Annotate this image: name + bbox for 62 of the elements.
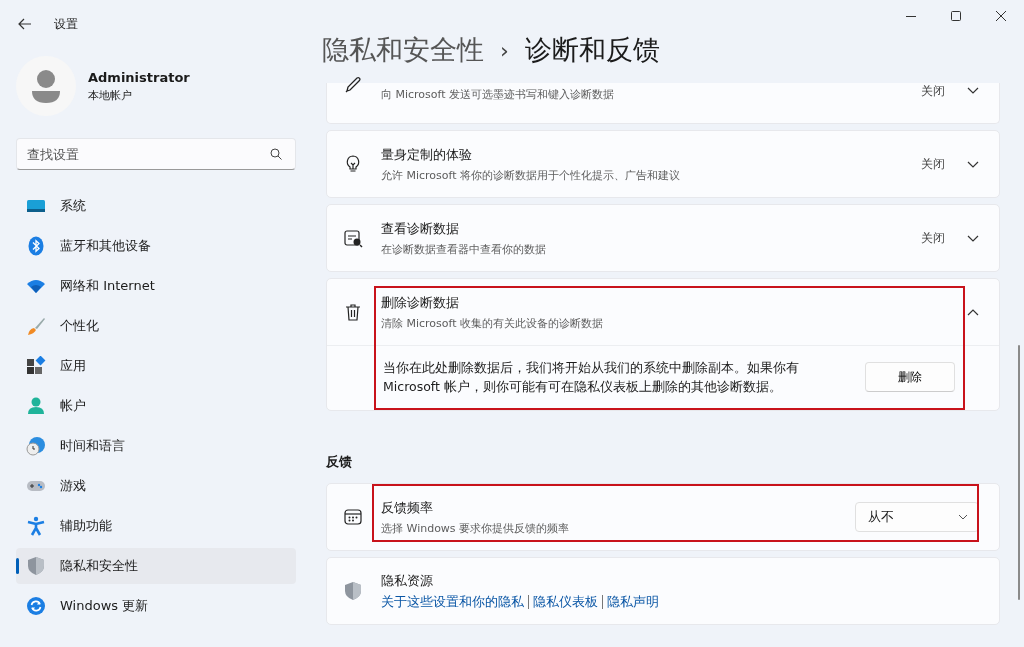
setting-description: 清除 Microsoft 收集的有关此设备的诊断数据 xyxy=(381,315,605,331)
chevron-down-icon xyxy=(967,87,979,94)
sidebar-item[interactable]: 蓝牙和其他设备 xyxy=(16,228,296,264)
chevron-down-icon xyxy=(967,234,979,242)
page-title: 诊断和反馈 xyxy=(524,33,660,67)
search-field[interactable]: 查找设置 xyxy=(16,138,296,170)
setting-value: 关闭 xyxy=(921,83,945,100)
setting-title: 隐私资源 xyxy=(381,571,434,590)
shield-icon xyxy=(26,556,46,576)
window-title: 设置 xyxy=(54,15,78,33)
setting-description: 允许 Microsoft 将你的诊断数据用于个性化提示、广告和建议 xyxy=(381,167,682,183)
account-type: 本地帐户 xyxy=(88,87,133,103)
chevron-down-icon xyxy=(958,514,968,520)
sidebar-item[interactable]: 网络和 Internet xyxy=(16,268,296,304)
setting-value: 关闭 xyxy=(921,229,945,247)
setting-description: 向 Microsoft 发送可选墨迹书写和键入诊断数据 xyxy=(381,87,616,102)
scrollbar[interactable] xyxy=(1018,345,1020,600)
bluetooth-icon xyxy=(26,236,46,256)
setting-description: 选择 Windows 要求你提供反馈的频率 xyxy=(381,520,571,536)
accessibility-icon xyxy=(26,516,46,536)
setting-title: 查看诊断数据 xyxy=(381,219,460,238)
trash-icon xyxy=(343,302,363,322)
shield-icon xyxy=(343,581,363,601)
chevron-down-icon xyxy=(967,160,979,168)
breadcrumb-separator: › xyxy=(500,37,509,63)
calendar-icon xyxy=(343,507,363,527)
pen-icon xyxy=(343,75,363,95)
setting-value: 关闭 xyxy=(921,155,945,173)
setting-title: 删除诊断数据 xyxy=(381,293,460,312)
setting-title: 反馈频率 xyxy=(381,498,434,517)
refresh-icon xyxy=(26,596,46,616)
sidebar-item[interactable]: 帐户 xyxy=(16,388,296,424)
section-heading: 反馈 xyxy=(326,453,353,471)
document-search-icon xyxy=(343,228,363,248)
account-name: Administrator xyxy=(88,69,190,85)
sidebar-item[interactable]: Windows 更新 xyxy=(16,588,296,624)
link[interactable]: 关于这些设置和你的隐私 xyxy=(381,593,524,611)
chevron-up-icon xyxy=(967,308,979,316)
sidebar-item[interactable]: 系统 xyxy=(16,188,296,224)
sidebar-item[interactable]: 应用 xyxy=(16,348,296,384)
globe-clock-icon xyxy=(26,436,46,456)
person-icon xyxy=(26,396,46,416)
link[interactable]: 隐私仪表板 xyxy=(533,593,598,611)
avatar-icon xyxy=(16,56,76,116)
close-icon[interactable] xyxy=(996,11,1006,21)
sidebar-item[interactable]: 个性化 xyxy=(16,308,296,344)
sidebar-item[interactable]: 时间和语言 xyxy=(16,428,296,464)
explanation-text: 当你在此处删除数据后，我们将开始从我们的系统中删除副本。如果你有 Microsoft 帐户，则你可能有可在隐私仪表板上删除的其他诊断数据。 xyxy=(383,359,800,396)
back-arrow-icon[interactable] xyxy=(18,18,32,30)
paintbrush-icon xyxy=(26,316,46,336)
sidebar-item[interactable]: 辅助功能 xyxy=(16,508,296,544)
link[interactable]: 隐私声明 xyxy=(607,593,659,611)
delete-button[interactable]: 删除 xyxy=(865,362,955,392)
sidebar-item[interactable]: 游戏 xyxy=(16,468,296,504)
apps-icon xyxy=(26,356,46,376)
frequency-dropdown[interactable]: 从不 xyxy=(855,502,979,532)
sidebar-item[interactable]: 隐私和安全性 xyxy=(16,548,296,584)
setting-description: 在诊断数据查看器中查看你的数据 xyxy=(381,241,547,257)
setting-title: 量身定制的体验 xyxy=(381,145,473,164)
search-icon xyxy=(270,148,282,160)
maximize-icon[interactable] xyxy=(951,11,961,21)
breadcrumb-link[interactable]: 隐私和安全性 xyxy=(322,32,484,68)
